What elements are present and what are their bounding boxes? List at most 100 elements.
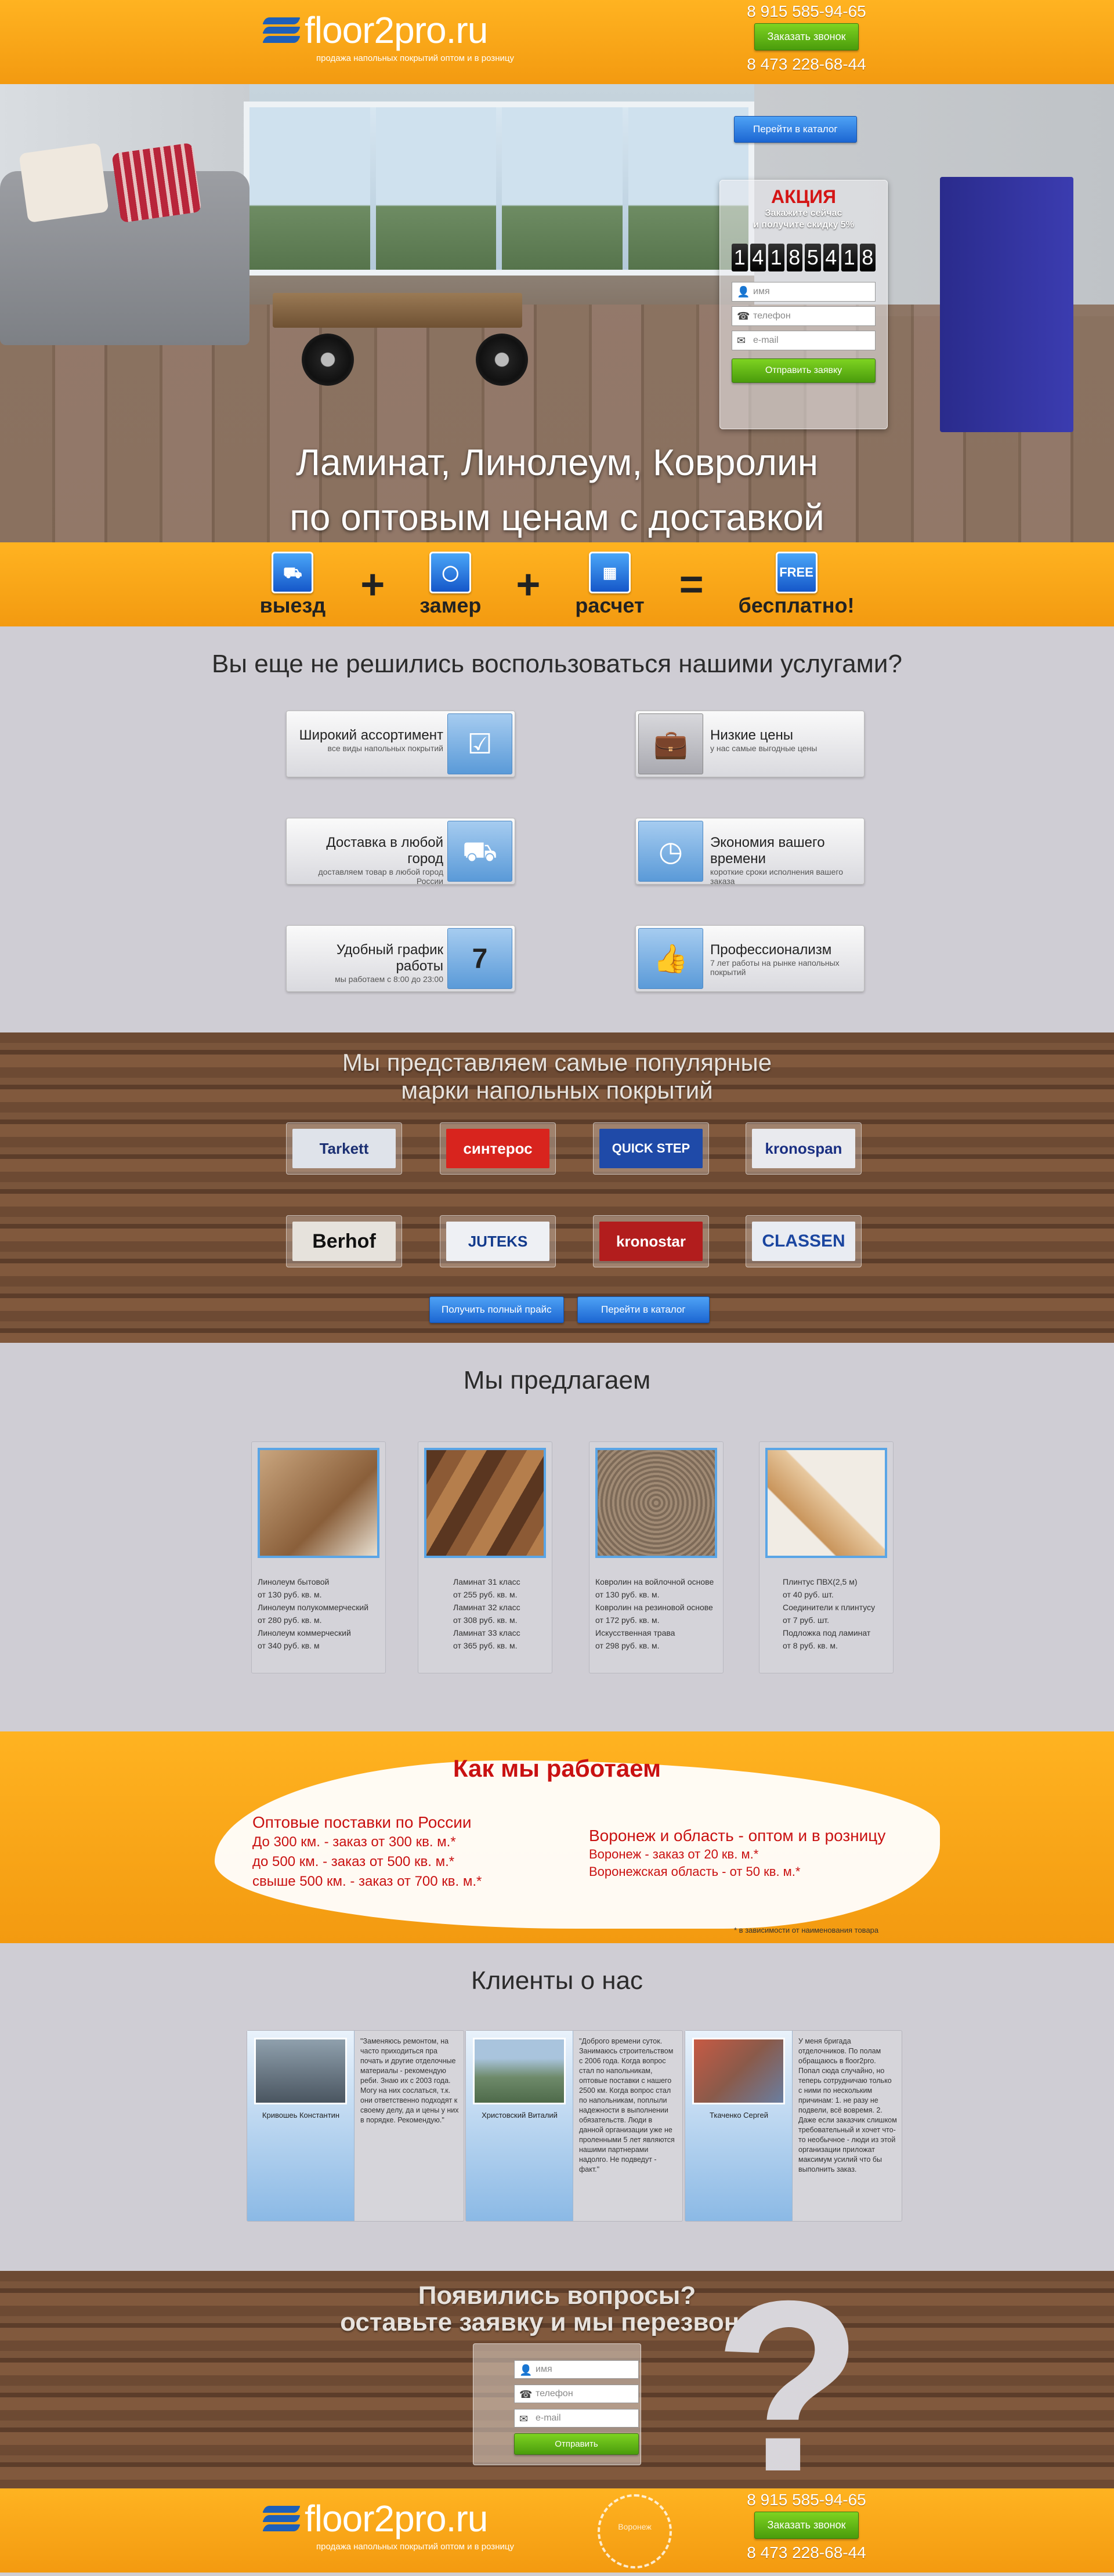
voronezh-line: Воронежская область - от 50 кв. м.*	[589, 1864, 801, 1879]
catalog-button[interactable]: Перейти в каталог	[577, 1296, 710, 1323]
countdown-digit: 5	[805, 244, 821, 271]
review-card: Ткаченко Сергей У меня бригада отделочни…	[685, 2030, 902, 2222]
name-placeholder: имя	[536, 2364, 552, 2374]
user-icon: 👤	[519, 2364, 533, 2376]
brand-logo-quickstep[interactable]: QUICK STEP	[593, 1122, 709, 1175]
call-request-button[interactable]: Заказать звонок	[754, 23, 859, 50]
logo[interactable]: floor2pro.ru продажа напольных покрытий …	[262, 9, 514, 63]
phone-primary[interactable]: 8 915 585-94-65	[731, 2488, 882, 2512]
offer-section: Мы предлагаем Линолеум бытовой от 130 ру…	[0, 1343, 1114, 1731]
product-line: от 255 руб. кв. м.	[453, 1590, 518, 1599]
feature-card: ◷ Экономия вашего времени короткие сроки …	[635, 818, 865, 886]
product-line: от 8 руб. кв. м.	[783, 1641, 838, 1650]
product-image	[424, 1448, 546, 1558]
countdown-digit: 4	[823, 244, 839, 271]
product-card-skirting[interactable]: Плинтус ПВХ(2,5 м) от 40 руб. шт. Соедин…	[759, 1441, 894, 1673]
brand-logo-kronospan[interactable]: kronospan	[746, 1122, 862, 1175]
hero-section: Перейти в каталог АКЦИЯ Закажите сейчас …	[0, 84, 1114, 542]
promo-title: АКЦИЯ	[771, 186, 836, 207]
logo-text: floor2pro.ru	[305, 2498, 488, 2539]
feature-subtitle: у нас самые выгодные цены	[710, 744, 818, 753]
feature-subtitle: доставляем товар в любой город России	[318, 867, 443, 886]
catalog-button[interactable]: Перейти в каталог	[734, 116, 857, 143]
call-request-button[interactable]: Заказать звонок	[754, 2512, 859, 2539]
brands-section: Мы представляем самые популярные марки н…	[0, 1032, 1114, 1343]
wholesale-title: Оптовые поставки по России	[252, 1813, 472, 1831]
feature-title: Экономия вашего времени	[710, 835, 825, 867]
formula-bar: ⛟ выезд + ◯ замер + ▦ расчет = FREE бесп…	[0, 542, 1114, 626]
feature-card: Удобный график работы мы работаем с 8:00 …	[286, 925, 515, 992]
review-text: У меня бригада отделочников. По полам об…	[798, 2037, 897, 2173]
voronezh-title: Воронеж и область - оптом и в розницу	[589, 1827, 886, 1845]
name-field[interactable]: 👤 имя	[514, 2360, 639, 2379]
formula-label: выезд	[259, 593, 326, 617]
phone-primary[interactable]: 8 915 585-94-65	[731, 0, 882, 23]
product-card-carpet[interactable]: Ковролин на войлочной основе от 130 руб.…	[589, 1441, 724, 1673]
name-placeholder: имя	[753, 287, 770, 296]
product-line: Линолеум бытовой	[258, 1577, 330, 1586]
product-line: от 280 руб. кв. м.	[258, 1615, 322, 1625]
section-title: Мы предлагаем	[463, 1366, 651, 1394]
voronezh-seal-icon: Воронеж	[598, 2494, 672, 2568]
product-line: от 172 руб. кв. м.	[595, 1615, 660, 1625]
feature-title: Профессионализм	[710, 942, 832, 958]
product-line: от 130 руб. кв. м.	[258, 1590, 322, 1599]
wallet-icon: 💼	[638, 713, 703, 774]
submit-order-button[interactable]: Отправить заявку	[732, 358, 876, 383]
reviewer-photo	[473, 2038, 566, 2104]
countdown-digit: 4	[750, 244, 766, 271]
brand-logo-juteks[interactable]: JUTEKS	[440, 1215, 556, 1267]
email-placeholder: e-mail	[536, 2413, 561, 2423]
product-card-linoleum[interactable]: Линолеум бытовой от 130 руб. кв. м. Лино…	[251, 1441, 386, 1673]
formula-item-free: FREE бесплатно!	[738, 551, 855, 618]
phone-icon: ☎	[737, 310, 750, 322]
feature-card: 👍 Профессионализм 7 лет работы на рынке н…	[635, 925, 865, 992]
footer-contacts: 8 915 585-94-65 Заказать звонок 8 473 22…	[731, 2488, 882, 2564]
brand-logo-classen[interactable]: CLASSEN	[746, 1215, 862, 1267]
brand-logo-tarkett[interactable]: Tarkett	[286, 1122, 402, 1175]
feature-title: Удобный график работы	[336, 942, 443, 974]
feature-card: Доставка в любой город доставляем товар в…	[286, 818, 515, 886]
formula-label: бесплатно!	[738, 593, 855, 617]
phone-field[interactable]: ☎ телефон	[732, 306, 876, 326]
name-field[interactable]: 👤 имя	[732, 282, 876, 302]
reviewer-name: Кривошеь Константин	[262, 2111, 340, 2120]
section-title: Клиенты о нас	[471, 1966, 643, 1995]
phone-secondary[interactable]: 8 473 228-68-44	[731, 2541, 882, 2564]
hero-window-image	[244, 102, 754, 276]
logo-text: floor2pro.ru	[305, 9, 488, 51]
truck-icon: ⛟	[272, 551, 314, 593]
logo[interactable]: floor2pro.ru продажа напольных покрытий …	[262, 2498, 514, 2552]
pillow-image	[111, 142, 202, 223]
email-field[interactable]: ✉ e-mail	[514, 2409, 639, 2428]
logo-subtitle: продажа напольных покрытий оптом и в роз…	[316, 53, 514, 63]
calculator-icon: ▦	[589, 551, 631, 593]
callback-section: ? Появились вопросы? оставьте заявку и м…	[0, 2265, 1114, 2509]
envelope-icon: ✉	[519, 2413, 529, 2425]
feature-card: Широкий ассортимент все виды напольных по…	[286, 711, 515, 777]
wholesale-line: свыше 500 км. - заказ от 700 кв. м.*	[252, 1874, 482, 1889]
wholesale-line: До 300 км. - заказ от 300 кв. м.*	[252, 1834, 456, 1850]
product-line: от 298 руб. кв. м.	[595, 1641, 660, 1650]
footer: floor2pro.ru продажа напольных покрытий …	[0, 2488, 1114, 2573]
email-field[interactable]: ✉ e-mail	[732, 331, 876, 350]
phone-field[interactable]: ☎ телефон	[514, 2385, 639, 2403]
review-text: "Доброго времени суток. Занимаюсь строит…	[579, 2037, 675, 2173]
countdown-digit: 1	[768, 244, 784, 271]
user-icon: 👤	[737, 286, 750, 298]
product-line: Ламинат 31 класс	[453, 1577, 520, 1586]
brand-logo-kronostar[interactable]: kronostar	[593, 1215, 709, 1267]
product-line: Линолеум коммерческий	[258, 1628, 351, 1637]
brand-logo-berhof[interactable]: Berhof	[286, 1215, 402, 1267]
product-line: от 130 руб. кв. м.	[595, 1590, 660, 1599]
phone-secondary[interactable]: 8 473 228-68-44	[731, 53, 882, 76]
promo-text: и получите скидку 5%	[753, 220, 854, 230]
price-list-button[interactable]: Получить полный прайс	[429, 1296, 564, 1323]
product-card-laminate[interactable]: Ламинат 31 класс от 255 руб. кв. м. Лами…	[418, 1441, 552, 1673]
thumbs-up-icon: 👍	[638, 928, 703, 989]
callback-submit-button[interactable]: Отправить	[514, 2433, 639, 2455]
question-mark-icon: ?	[714, 2251, 863, 2523]
formula-item-calc: ▦ расчет	[575, 551, 645, 618]
brand-logo-sinteros[interactable]: синтерос	[440, 1122, 556, 1175]
feature-subtitle: мы работаем с 8:00 до 23:00	[335, 974, 443, 984]
